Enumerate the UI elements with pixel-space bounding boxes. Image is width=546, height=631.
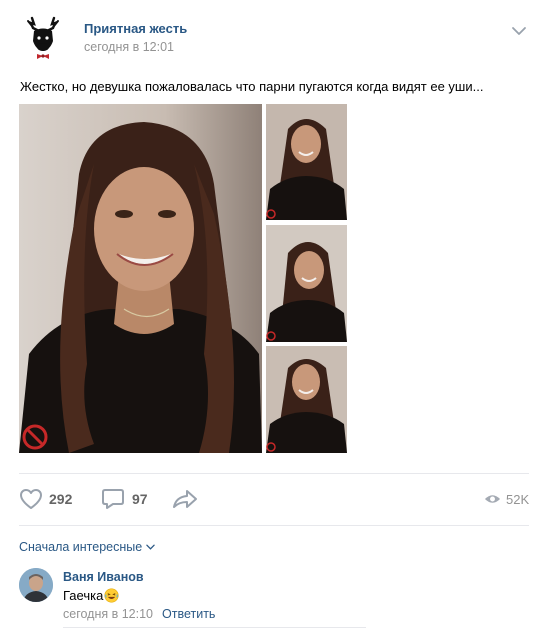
- chevron-down-icon: [512, 27, 526, 35]
- heart-icon: [20, 489, 42, 509]
- group-avatar[interactable]: [20, 14, 66, 60]
- comments-sort-dropdown[interactable]: Сначала интересные: [19, 540, 155, 554]
- post-timestamp[interactable]: сегодня в 12:01: [84, 40, 174, 54]
- portrait-image: [19, 104, 262, 453]
- avatar-image: [19, 568, 53, 602]
- post-text: Жестко, но девушка пожаловалась что парн…: [20, 79, 484, 94]
- views-indicator: 52K: [484, 486, 529, 512]
- comment-body: Гаечка: [63, 588, 119, 603]
- divider: [19, 473, 529, 474]
- comments-sort-label: Сначала интересные: [19, 540, 143, 554]
- like-button[interactable]: 292: [19, 486, 72, 512]
- group-logo-icon: [20, 14, 66, 60]
- comment-button[interactable]: 97: [101, 486, 148, 512]
- reply-link[interactable]: Ответить: [162, 607, 215, 621]
- post-photo-thumb[interactable]: [266, 104, 347, 220]
- portrait-image: [266, 346, 347, 453]
- post-menu-button[interactable]: [511, 24, 527, 36]
- share-button[interactable]: [172, 486, 198, 512]
- comment-count: 97: [132, 491, 148, 507]
- post-photo-thumb[interactable]: [266, 346, 347, 453]
- sort-chevron-icon: [146, 544, 155, 550]
- comment-author-avatar[interactable]: [19, 568, 53, 602]
- post-photo-main[interactable]: [19, 104, 262, 453]
- share-icon: [173, 490, 197, 508]
- comment-timestamp[interactable]: сегодня в 12:10: [63, 607, 153, 621]
- divider: [63, 627, 366, 628]
- post-photo-thumb[interactable]: [266, 225, 347, 342]
- comment-author-name[interactable]: Ваня Иванов: [63, 570, 144, 584]
- portrait-image: [266, 225, 347, 342]
- comment-text: Гаечка: [63, 588, 104, 603]
- divider: [19, 525, 529, 526]
- laughing-emoji-icon: [104, 588, 119, 603]
- comment-icon: [102, 489, 124, 509]
- like-count: 292: [49, 491, 73, 507]
- eye-icon: [484, 495, 501, 503]
- group-name-link[interactable]: Приятная жесть: [84, 21, 187, 36]
- portrait-image: [266, 104, 347, 220]
- views-count: 52K: [506, 491, 530, 507]
